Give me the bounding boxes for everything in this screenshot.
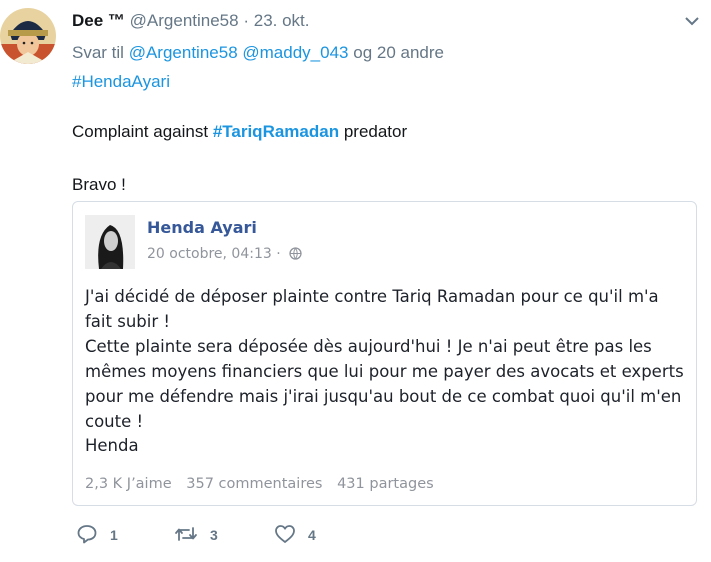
retweet-button[interactable]: 3 xyxy=(174,520,218,550)
post-paragraph: J'ai décidé de déposer plainte contre Ta… xyxy=(85,287,659,331)
retweet-icon xyxy=(174,523,210,548)
chevron-down-icon[interactable] xyxy=(683,12,701,35)
likes-count[interactable]: 2,3 K J’aime xyxy=(85,476,172,492)
post-author-name[interactable]: Henda Ayari xyxy=(147,218,257,237)
reply-suffix[interactable]: og 20 andre xyxy=(353,43,444,62)
comments-count[interactable]: 357 commentaires xyxy=(186,476,322,492)
separator-dot: · xyxy=(243,11,250,30)
post-signature: Henda xyxy=(85,436,139,455)
heart-icon xyxy=(274,523,308,548)
separator-dot: · xyxy=(276,246,281,262)
tweet-sentence: Complaint against #TariqRamadan predator xyxy=(72,121,407,143)
post-meta: 20 octobre, 04:13 · xyxy=(147,246,302,264)
tweet-header: Dee ™ @Argentine58 · 23. okt. xyxy=(72,10,711,32)
author-handle[interactable]: @Argentine58 xyxy=(130,11,239,30)
tweet-actions: 1 3 4 xyxy=(72,520,472,550)
tweet-sentence: Bravo ! xyxy=(72,175,126,194)
text-segment: predator xyxy=(343,122,408,141)
avatar[interactable] xyxy=(0,4,56,68)
reply-context: Svar til @Argentine58 @maddy_043 og 20 a… xyxy=(72,42,444,64)
reply-user-link[interactable]: @maddy_043 xyxy=(242,43,348,62)
author-name[interactable]: Dee ™ xyxy=(72,11,125,30)
post-author-avatar[interactable] xyxy=(85,215,135,269)
post-date[interactable]: 20 octobre, 04:13 xyxy=(147,246,272,262)
tweet-date[interactable]: 23. okt. xyxy=(254,11,310,30)
post-body: J'ai décidé de déposer plainte contre Ta… xyxy=(85,284,685,434)
hashtag-link[interactable]: #HendaAyari xyxy=(72,72,170,91)
tweet-text: #HendaAyari Complaint against #TariqRama… xyxy=(72,71,672,194)
globe-icon xyxy=(289,247,302,264)
reply-prefix: Svar til xyxy=(72,43,124,62)
post-stats: 2,3 K J’aime 357 commentaires 431 partag… xyxy=(85,476,444,492)
like-button[interactable]: 4 xyxy=(274,520,316,550)
embedded-facebook-post[interactable]: Henda Ayari 20 octobre, 04:13 · J'ai déc… xyxy=(72,201,697,506)
reply-button[interactable]: 1 xyxy=(76,520,118,550)
shares-count[interactable]: 431 partages xyxy=(337,476,434,492)
post-paragraph: Cette plainte sera déposée dès aujourd'h… xyxy=(85,337,684,431)
reply-count: 1 xyxy=(110,527,118,543)
reply-icon xyxy=(76,523,110,548)
like-count: 4 xyxy=(308,527,316,543)
retweet-count: 3 xyxy=(210,527,218,543)
reply-user-link[interactable]: @Argentine58 xyxy=(129,43,238,62)
text-segment: Complaint against xyxy=(72,122,209,141)
hashtag-link[interactable]: #TariqRamadan xyxy=(213,122,339,141)
